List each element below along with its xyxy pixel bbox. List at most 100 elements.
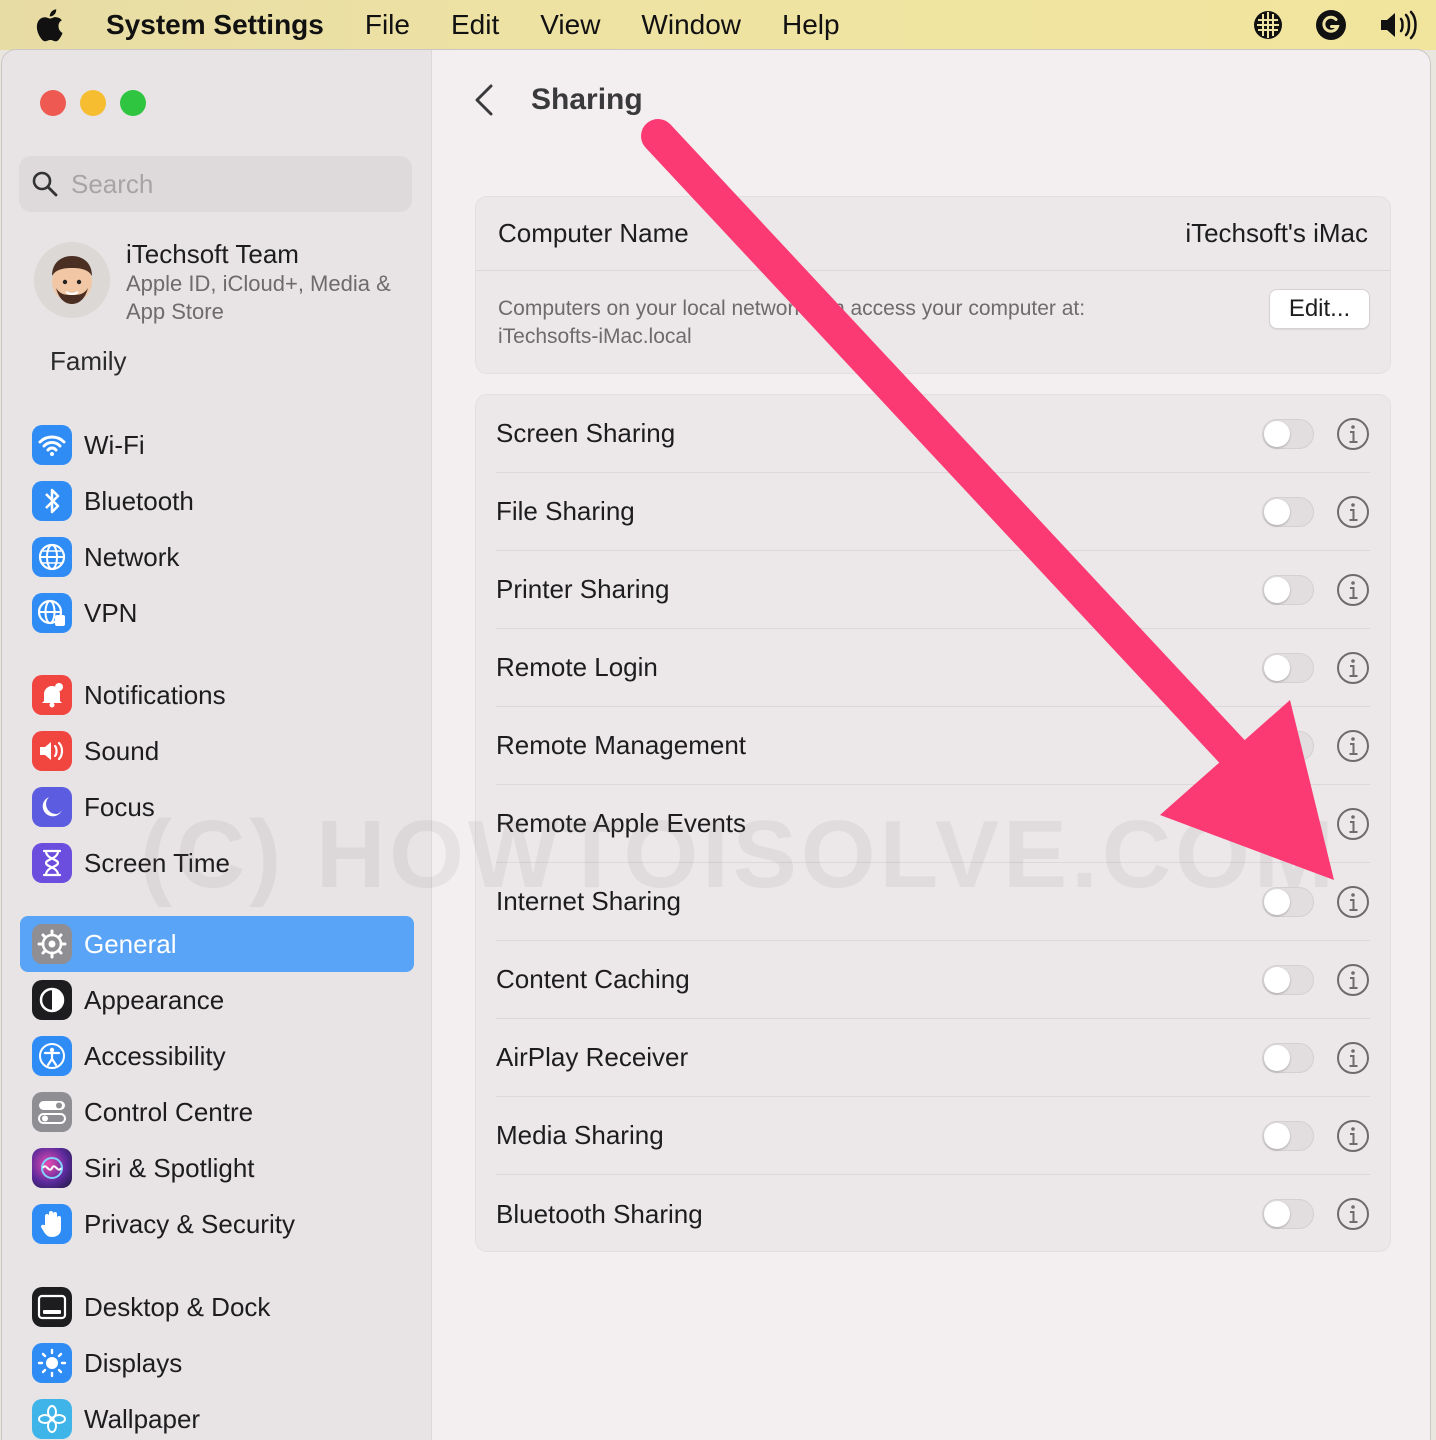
- info-icon[interactable]: [1336, 807, 1370, 841]
- sidebar-item-siri-spotlight[interactable]: Siri & Spotlight: [20, 1140, 414, 1196]
- info-icon[interactable]: [1336, 1041, 1370, 1075]
- sidebar-item-sound[interactable]: Sound: [20, 723, 414, 779]
- remote-management-toggle[interactable]: [1262, 730, 1314, 761]
- info-icon[interactable]: [1336, 729, 1370, 763]
- sidebar-item-wallpaper[interactable]: Wallpaper: [20, 1391, 414, 1440]
- volume-icon[interactable]: [1378, 10, 1422, 40]
- sidebar-item-vpn[interactable]: VPN: [20, 585, 414, 641]
- sharing-services-card: Screen Sharing File Sharing Printer Shar…: [475, 394, 1391, 1252]
- content-caching-toggle[interactable]: [1262, 964, 1314, 995]
- computer-name-card: Computer Name iTechsoft's iMac Computers…: [475, 196, 1391, 374]
- back-button[interactable]: [473, 80, 503, 120]
- sidebar-item-wifi[interactable]: Wi-Fi: [20, 417, 414, 473]
- search-field[interactable]: [19, 156, 412, 212]
- toggles-icon: [32, 1092, 72, 1132]
- airplay-receiver-toggle[interactable]: [1262, 1042, 1314, 1073]
- internet-sharing-toggle[interactable]: [1262, 886, 1314, 917]
- service-label: Remote Apple Events: [496, 808, 747, 838]
- sidebar-item-label: VPN: [84, 597, 138, 628]
- sidebar-item-network[interactable]: Network: [20, 529, 414, 585]
- minimize-window-button[interactable]: [80, 90, 106, 116]
- service-label: Remote Login: [496, 652, 658, 682]
- sidebar: iTechsoft Team Apple ID, iCloud+, Media …: [2, 50, 432, 1440]
- apple-logo-icon[interactable]: [34, 7, 78, 43]
- screen-sharing-toggle[interactable]: [1262, 418, 1314, 449]
- sidebar-item-label: Wallpaper: [84, 1403, 201, 1434]
- sidebar-item-label: Privacy & Security: [84, 1208, 295, 1239]
- info-icon[interactable]: [1336, 573, 1370, 607]
- edit-button[interactable]: Edit...: [1269, 289, 1370, 329]
- menu-file[interactable]: File: [365, 9, 410, 41]
- menu-window[interactable]: Window: [641, 9, 741, 41]
- service-label: AirPlay Receiver: [496, 1042, 689, 1072]
- sidebar-item-notifications[interactable]: Notifications: [20, 667, 414, 723]
- account-name: iTechsoft Team: [126, 239, 299, 269]
- sidebar-item-accessibility[interactable]: Accessibility: [20, 1028, 414, 1084]
- nav-group-network: Wi-Fi Bluetooth Network VPN: [20, 417, 414, 641]
- sidebar-item-label: Network: [84, 541, 180, 572]
- pane-header: Sharing: [473, 80, 643, 120]
- sidebar-item-privacy-security[interactable]: Privacy & Security: [20, 1196, 414, 1252]
- apple-id-account[interactable]: iTechsoft Team Apple ID, iCloud+, Media …: [34, 238, 414, 338]
- grammarly-icon[interactable]: [1314, 8, 1348, 42]
- sidebar-item-label: Sound: [84, 735, 160, 766]
- sidebar-item-appearance[interactable]: Appearance: [20, 972, 414, 1028]
- family-item[interactable]: Family: [50, 346, 127, 377]
- menu-view[interactable]: View: [540, 9, 600, 41]
- account-subtitle: Apple ID, iCloud+, Media & App Store: [126, 271, 391, 324]
- sidebar-item-desktop-dock[interactable]: Desktop & Dock: [20, 1279, 414, 1335]
- settings-window: iTechsoft Team Apple ID, iCloud+, Media …: [2, 50, 1430, 1440]
- info-icon[interactable]: [1336, 495, 1370, 529]
- sidebar-item-general[interactable]: General: [20, 916, 414, 972]
- moon-icon: [32, 787, 72, 827]
- sidebar-item-label: Wi-Fi: [84, 429, 145, 460]
- menu-help[interactable]: Help: [782, 9, 840, 41]
- sidebar-item-label: Screen Time: [84, 847, 230, 878]
- appearance-icon: [32, 980, 72, 1020]
- nav-group-desktop: Desktop & Dock Displays Wallpaper: [20, 1279, 414, 1440]
- info-icon[interactable]: [1336, 651, 1370, 685]
- chevron-left-icon: [475, 84, 493, 116]
- search-input[interactable]: [71, 168, 391, 200]
- avatar: [34, 242, 110, 318]
- keyboard-grid-icon[interactable]: [1252, 9, 1284, 41]
- info-icon[interactable]: [1336, 885, 1370, 919]
- info-icon[interactable]: [1336, 1119, 1370, 1153]
- menu-edit[interactable]: Edit: [451, 9, 499, 41]
- file-sharing-toggle[interactable]: [1262, 496, 1314, 527]
- info-icon[interactable]: [1336, 963, 1370, 997]
- service-row-airplay-receiver: AirPlay Receiver: [496, 1019, 1370, 1097]
- sidebar-item-label: Displays: [84, 1347, 183, 1378]
- zoom-window-button[interactable]: [120, 90, 146, 116]
- remote-apple-events-toggle[interactable]: [1262, 808, 1314, 839]
- media-sharing-toggle[interactable]: [1262, 1120, 1314, 1151]
- nav-group-system: General Appearance Accessibility Control…: [20, 916, 414, 1252]
- sidebar-item-control-centre[interactable]: Control Centre: [20, 1084, 414, 1140]
- sidebar-item-label: Notifications: [84, 679, 226, 710]
- sidebar-item-label: Accessibility: [84, 1040, 226, 1071]
- service-row-file-sharing: File Sharing: [496, 473, 1370, 551]
- printer-sharing-toggle[interactable]: [1262, 574, 1314, 605]
- bluetooth-sharing-toggle[interactable]: [1262, 1199, 1314, 1229]
- bluetooth-icon: [32, 481, 72, 521]
- siri-icon: [32, 1148, 72, 1188]
- remote-login-toggle[interactable]: [1262, 652, 1314, 683]
- service-label: Screen Sharing: [496, 418, 676, 448]
- sidebar-item-bluetooth[interactable]: Bluetooth: [20, 473, 414, 529]
- page-title: Sharing: [531, 83, 643, 116]
- vpn-globe-icon: [32, 593, 72, 633]
- sidebar-item-focus[interactable]: Focus: [20, 779, 414, 835]
- info-icon[interactable]: [1336, 1197, 1370, 1231]
- sidebar-item-displays[interactable]: Displays: [20, 1335, 414, 1391]
- computer-name-value: iTechsoft's iMac: [1185, 218, 1368, 248]
- menu-app-name[interactable]: System Settings: [106, 9, 324, 41]
- service-row-remote-apple-events: Remote Apple Events: [496, 785, 1370, 863]
- close-window-button[interactable]: [40, 90, 66, 116]
- service-label: Remote Management: [496, 730, 747, 760]
- menu-bar: System Settings File Edit View Window He…: [0, 0, 1436, 50]
- service-row-media-sharing: Media Sharing: [496, 1097, 1370, 1175]
- sidebar-item-screen-time[interactable]: Screen Time: [20, 835, 414, 891]
- info-icon[interactable]: [1336, 417, 1370, 451]
- sun-icon: [32, 1343, 72, 1383]
- local-hostname: iTechsofts-iMac.local: [498, 325, 692, 348]
